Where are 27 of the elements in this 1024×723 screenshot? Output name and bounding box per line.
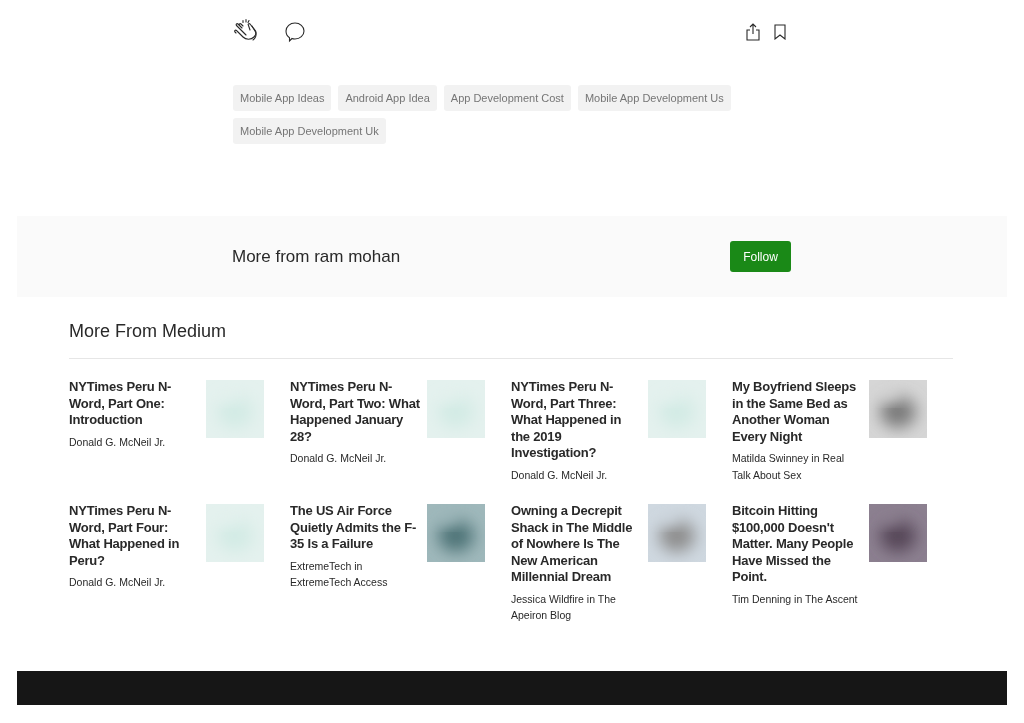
- article-title[interactable]: NYTimes Peru N-Word, Part Two: What Happened January 28?: [290, 379, 422, 445]
- tag-chip[interactable]: Mobile App Development Uk: [233, 118, 386, 144]
- article-byline: Donald G. McNeil Jr.: [290, 451, 388, 466]
- tag-chip[interactable]: Mobile App Development Us: [577, 85, 731, 111]
- follow-button[interactable]: Follow: [730, 241, 791, 272]
- article-title[interactable]: The US Air Force Quietly Admits the F-35 Is a Failure: [290, 503, 422, 553]
- section-heading: More from ram mohan: [232, 245, 401, 268]
- article-byline: ExtremeTech in ExtremeTech Access: [290, 558, 389, 590]
- article-byline: Donald G. McNeil Jr.: [511, 467, 609, 483]
- section-heading: More From Medium: [69, 318, 953, 359]
- article-title[interactable]: NYTimes Peru N-Word, Part Four: What Happened in Peru?: [69, 503, 201, 569]
- tag-chip[interactable]: Android App Idea: [338, 85, 437, 111]
- article-title[interactable]: NYTimes Peru N-Word, Part One: Introduction: [69, 379, 201, 429]
- article-byline: Donald G. McNeil Jr.: [69, 434, 167, 450]
- article-title[interactable]: Owning a Decrepit Shack in The Middle of Nowhere Is The New American Millennial Dream: [511, 503, 643, 586]
- article-byline: Matilda Swinney in Real Talk About Sex: [732, 451, 846, 483]
- article-byline: Donald G. McNeil Jr.: [69, 575, 167, 590]
- article-title[interactable]: NYTimes Peru N-Word, Part Three: What Happened in the 2019 Investigation?: [511, 379, 643, 462]
- article-title[interactable]: My Boyfriend Sleeps in the Same Bed as Another Woman Every Night: [732, 379, 864, 445]
- tag-chip[interactable]: Mobile App Ideas: [233, 85, 332, 111]
- tag-chip[interactable]: App Development Cost: [443, 85, 571, 111]
- article-title[interactable]: Bitcoin Hitting $100,000 Doesn't Matter. Many People Have Missed the Point.: [732, 503, 864, 586]
- article-byline: Jessica Wildfire in The Apeiron Blog: [511, 591, 617, 623]
- share-icon[interactable]: [745, 23, 761, 41]
- bookmark-icon[interactable]: [773, 24, 787, 40]
- article-byline: Tim Denning in The Ascent: [732, 591, 859, 607]
- comment-icon[interactable]: [283, 20, 307, 44]
